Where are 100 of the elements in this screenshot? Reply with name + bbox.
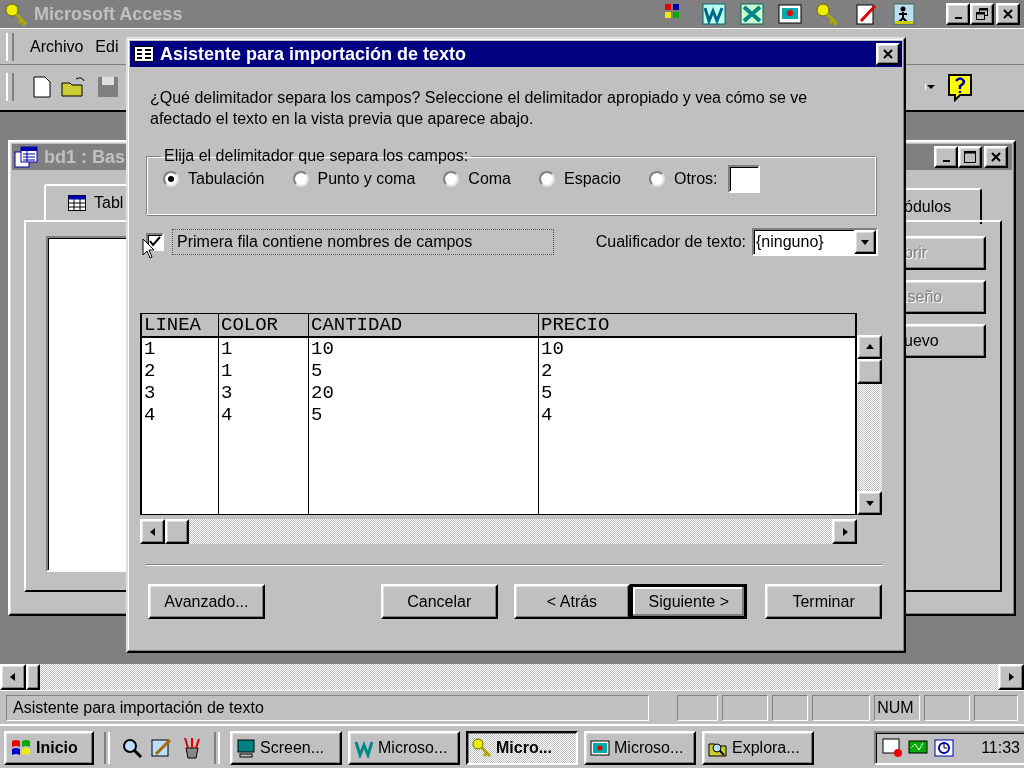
presentation-icon[interactable] xyxy=(777,2,803,26)
status-panel xyxy=(772,694,809,721)
table-cell: 5 xyxy=(308,404,539,426)
table-cell: 10 xyxy=(308,337,539,360)
window-title: bd1 : Bas xyxy=(44,146,126,168)
taskbar-button[interactable]: Microso... xyxy=(584,731,696,765)
scheduler-icon xyxy=(882,738,904,758)
table-cell: 4 xyxy=(141,404,219,426)
clock-icon xyxy=(934,738,954,758)
radio-label: Espacio xyxy=(564,170,621,188)
scroll-thumb[interactable] xyxy=(165,519,189,544)
document-icon[interactable] xyxy=(701,2,727,26)
taskbar-button[interactable]: Micro... xyxy=(466,731,578,765)
key-icon xyxy=(4,2,30,26)
minimize-icon xyxy=(954,17,962,19)
monitor-icon xyxy=(236,738,256,758)
close-icon xyxy=(990,151,1002,163)
radio-button[interactable] xyxy=(539,171,555,187)
wizard-icon xyxy=(134,46,154,62)
close-icon xyxy=(882,48,894,60)
status-panel xyxy=(676,694,719,721)
taskbar-button[interactable]: Screen... xyxy=(230,731,342,765)
radio-label: Otros: xyxy=(673,170,718,188)
table-icon xyxy=(68,195,86,211)
window-title: Microsoft Access xyxy=(34,3,183,25)
radio-label: Coma xyxy=(468,170,511,188)
toolbar-grip[interactable] xyxy=(6,72,14,101)
wizard-button[interactable]: Avanzado... xyxy=(148,584,265,619)
pencil-icon[interactable] xyxy=(150,736,174,760)
scroll-thumb[interactable] xyxy=(857,359,882,384)
status-panel xyxy=(974,694,1018,721)
minimize-icon xyxy=(942,160,950,162)
wizard-button[interactable]: Cancelar xyxy=(380,584,498,619)
taskbar-button[interactable]: Microso... xyxy=(348,731,460,765)
close-icon xyxy=(1002,8,1014,20)
table-cell: 2 xyxy=(141,360,219,382)
column-header: PRECIO xyxy=(538,314,856,337)
wizard-button[interactable]: < Atrás xyxy=(513,584,631,619)
wizard-button[interactable]: Terminar xyxy=(765,584,882,619)
key-icon[interactable] xyxy=(815,2,841,26)
table-cell: 10 xyxy=(538,337,856,360)
scroll-thumb[interactable] xyxy=(26,664,40,690)
table-cell: 2 xyxy=(538,360,856,382)
table-cell: 4 xyxy=(218,404,309,426)
table-cell: 1 xyxy=(218,337,309,360)
new-document-icon[interactable] xyxy=(32,74,52,99)
status-panel xyxy=(812,694,871,721)
minimize-button[interactable] xyxy=(934,146,958,168)
radio-button[interactable] xyxy=(292,171,309,187)
qualifier-label: Cualificador de texto: xyxy=(595,233,746,251)
spreadsheet-icon[interactable] xyxy=(739,2,765,26)
table-cell: 3 xyxy=(218,382,309,404)
menu-item[interactable]: Archivo xyxy=(24,37,90,56)
radio-button[interactable] xyxy=(163,171,179,187)
radio-label: Tabulación xyxy=(188,170,265,188)
status-panel xyxy=(924,694,971,721)
wizard-button[interactable]: Siguiente > xyxy=(630,584,748,619)
scroll-left-button[interactable] xyxy=(0,664,26,690)
magnifier-icon[interactable] xyxy=(120,736,144,760)
table-cell: 1 xyxy=(141,337,219,360)
scroll-right-button[interactable] xyxy=(998,664,1024,690)
status-text: Asistente para importación de texto xyxy=(6,694,649,721)
column-header: COLOR xyxy=(218,314,309,337)
scroll-down-button[interactable] xyxy=(857,491,882,515)
toolbar-grip[interactable] xyxy=(6,32,14,61)
notepad-icon[interactable] xyxy=(853,2,879,26)
clock: 11:33 xyxy=(981,739,1020,757)
close-button[interactable] xyxy=(996,3,1020,25)
help-icon[interactable] xyxy=(946,71,974,102)
radio-label: Punto y coma xyxy=(317,170,416,188)
maximize-button[interactable] xyxy=(958,146,982,168)
database-window-icon xyxy=(14,146,40,168)
mouse-pointer-icon xyxy=(142,238,156,260)
table-cell: 20 xyxy=(308,382,539,404)
status-indicator: NUM xyxy=(874,694,921,721)
other-delimiter-field[interactable] xyxy=(727,165,760,193)
menu-item[interactable]: Edi xyxy=(89,37,125,56)
qualifier-dropdown[interactable]: {ninguno} xyxy=(752,228,878,256)
restore-button[interactable] xyxy=(970,3,994,25)
scroll-right-button[interactable] xyxy=(832,519,857,544)
radio-button[interactable] xyxy=(648,171,665,187)
table-cell: 3 xyxy=(141,382,219,404)
minimize-button[interactable] xyxy=(946,3,970,25)
close-button[interactable] xyxy=(876,43,900,65)
windows-flag-icon xyxy=(10,738,32,758)
scroll-left-button[interactable] xyxy=(140,519,165,544)
table-cell: 4 xyxy=(538,404,856,426)
restore-icon xyxy=(976,8,988,20)
group-label: Elija el delimitador que separa los campos: xyxy=(163,147,470,165)
scroll-up-button[interactable] xyxy=(857,335,882,359)
column-header: LINEA xyxy=(141,314,219,337)
maximize-icon xyxy=(964,151,976,163)
table-cell: 1 xyxy=(218,360,309,382)
checkbox-label: Primera fila contiene nombres de campos xyxy=(172,229,554,255)
figure-icon[interactable] xyxy=(891,2,917,26)
radio-button[interactable] xyxy=(443,171,460,187)
taskbar-button[interactable]: Explora... xyxy=(702,731,814,765)
caret-icon[interactable] xyxy=(926,83,936,90)
start-button[interactable]: Inicio xyxy=(4,731,94,765)
close-button[interactable] xyxy=(984,146,1008,168)
